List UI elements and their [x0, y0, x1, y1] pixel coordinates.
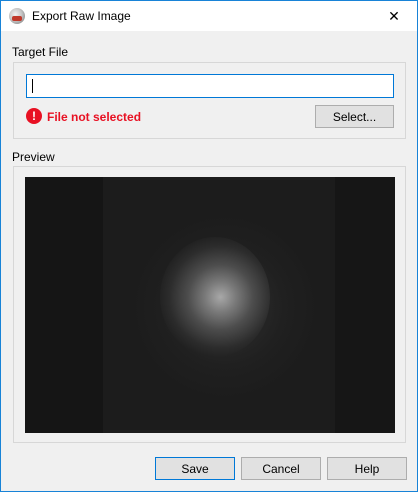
error-icon: !	[26, 108, 42, 124]
error-message: File not selected	[47, 110, 142, 124]
close-button[interactable]: ✕	[371, 1, 417, 31]
preview-dark-band-left	[25, 177, 103, 433]
export-raw-image-dialog: Export Raw Image ✕ Target File ! File no…	[0, 0, 418, 492]
target-file-input[interactable]	[26, 74, 394, 98]
cancel-button[interactable]: Cancel	[241, 457, 321, 480]
text-caret	[32, 79, 33, 93]
preview-bright-spot	[160, 237, 270, 357]
target-file-label: Target File	[12, 45, 69, 59]
title-bar[interactable]: Export Raw Image ✕	[1, 1, 417, 31]
preview-image	[25, 177, 395, 433]
save-button[interactable]: Save	[155, 457, 235, 480]
select-button[interactable]: Select...	[315, 105, 394, 128]
help-button[interactable]: Help	[327, 457, 407, 480]
window-title: Export Raw Image	[32, 9, 131, 23]
preview-dark-band-right	[335, 177, 395, 433]
close-icon: ✕	[388, 7, 400, 24]
preview-label: Preview	[12, 150, 55, 164]
app-icon	[9, 8, 25, 24]
